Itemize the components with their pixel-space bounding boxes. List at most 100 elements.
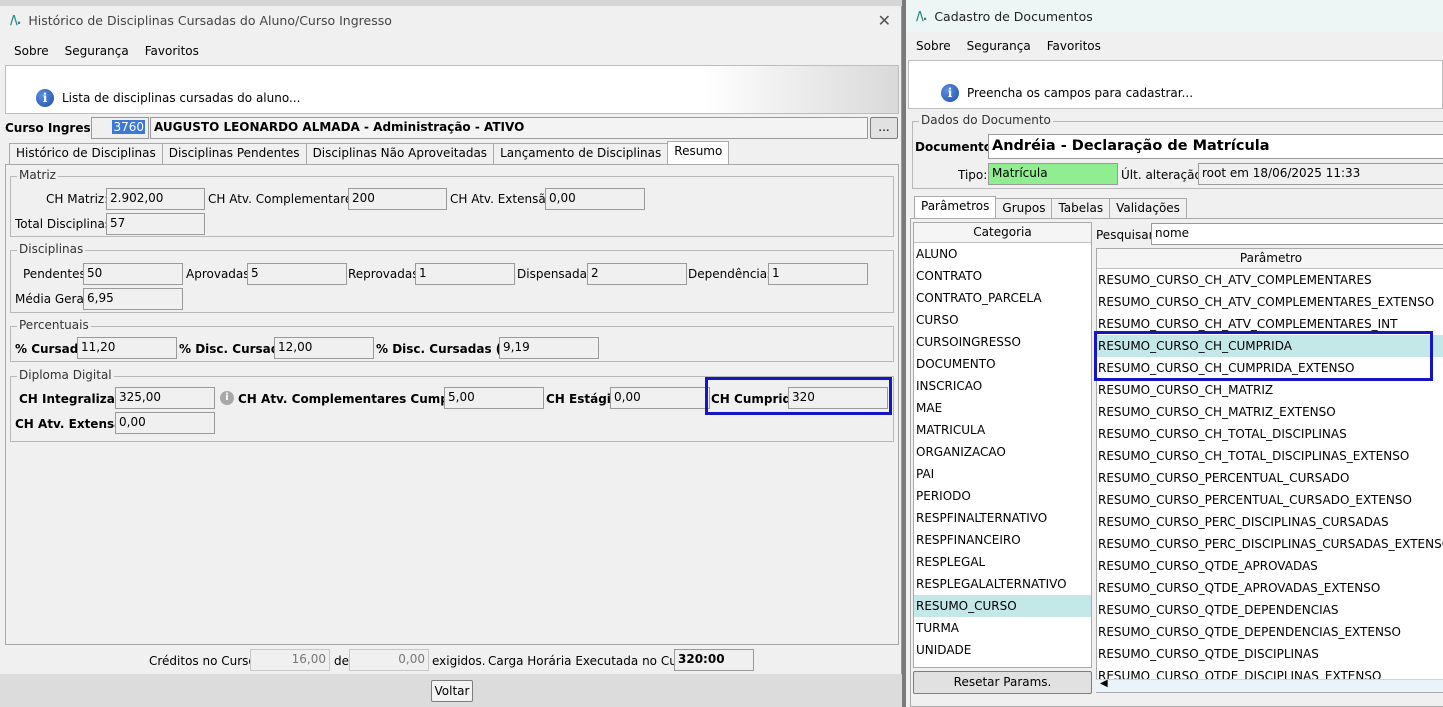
tab-strip: Histórico de Disciplinas Disciplinas Pen… [9,141,730,164]
tipo-field[interactable]: Matrícula [988,163,1118,185]
categoria-item[interactable]: PAI [914,463,1091,485]
menu-favoritos[interactable]: Favoritos [145,44,199,58]
categoria-items: ALUNO CONTRATO CONTRATO_PARCELA CURSO CURSOI… [914,243,1091,661]
parametro-item[interactable]: RESUMO_CURSO_CH_ATV_COMPLEMENTARES_EXTEN… [1097,291,1443,313]
categoria-item[interactable]: RESUMO_CURSO [914,595,1091,617]
pesquisar-label: Pesquisar: [1096,228,1158,242]
categoria-item[interactable]: CURSO [914,309,1091,331]
pendentes-field[interactable]: 50 [83,263,183,285]
info-circle-icon[interactable]: i [220,391,234,405]
disciplinas-group: Disciplinas Pendentes: 50 Aprovadas: 5 R… [10,242,894,313]
tab-grupos[interactable]: Grupos [995,198,1053,219]
curso-lookup-button[interactable]: ... [870,117,898,139]
pendentes-label: Pendentes: [23,267,90,281]
menu-seguranca[interactable]: Segurança [65,44,129,58]
creditos-field: 16,00 [250,649,330,671]
voltar-button[interactable]: Voltar [431,680,473,702]
ch-atv-ext-dip-field[interactable]: 0,00 [115,412,215,434]
media-label: Média Geral: [15,292,92,306]
close-icon[interactable]: ✕ [878,11,891,30]
ch-matriz-field[interactable]: 2.902,00 [106,188,205,210]
categoria-item[interactable]: ALUNO [914,243,1091,265]
categoria-item[interactable]: TURMA [914,617,1091,639]
ch-matriz-label: CH Matriz: [46,192,109,206]
categoria-item[interactable]: ORGANIZACAO [914,441,1091,463]
categoria-item[interactable]: CURSOINGRESSO [914,331,1091,353]
categoria-list[interactable]: Categoria ALUNO CONTRATO CONTRATO_PARCELA C… [913,222,1092,668]
categoria-item[interactable]: MAE [914,397,1091,419]
cursado-field[interactable]: 11,20 [77,337,177,359]
categoria-item[interactable]: MATRICULA [914,419,1091,441]
carga-label: Carga Horária Executada no Curso: [488,654,700,668]
parametro-item[interactable]: RESUMO_CURSO_QTDE_APROVADAS_EXTENSO [1097,577,1443,599]
parametro-item[interactable]: RESUMO_CURSO_CH_MATRIZ_EXTENSO [1097,401,1443,423]
parametro-item[interactable]: RESUMO_CURSO_QTDE_DEPENDENCIAS_EXTENSO [1097,621,1443,643]
parametro-item[interactable]: RESUMO_CURSO_QTDE_APROVADAS [1097,555,1443,577]
ch-atv-comp-field[interactable]: 200 [348,188,447,210]
ch-atv-comp-cumpridas-field[interactable]: 5,00 [444,387,544,409]
curso-code-field[interactable]: 3760 [91,117,149,139]
categoria-item[interactable]: PERIODO [914,485,1091,507]
resetar-params-button[interactable]: Resetar Params. [913,671,1092,694]
tab-pendentes[interactable]: Disciplinas Pendentes [161,143,307,164]
menubar: Sobre Segurança Favoritos [0,44,901,58]
tab-parametros[interactable]: Parâmetros [914,196,997,219]
disc-cursadas-field[interactable]: 12,00 [274,337,374,359]
curso-code-value: 3760 [112,120,145,134]
categoria-item[interactable]: RESPLEGAL [914,551,1091,573]
tab-lancamento[interactable]: Lançamento de Disciplinas [493,143,669,164]
categoria-item[interactable]: INSCRICAO [914,375,1091,397]
parametro-list[interactable]: Parâmetro RESUMO_CURSO_CH_ATV_COMPLEMENT… [1096,248,1443,693]
horizontal-scrollbar[interactable]: ◀ [1096,678,1443,692]
categoria-item[interactable]: CONTRATO_PARCELA [914,287,1091,309]
categoria-item[interactable]: RESPFINANCEIRO [914,529,1091,551]
app-logo-icon: /\. [916,9,927,23]
categoria-item[interactable]: CONTRATO [914,265,1091,287]
parametro-item[interactable]: RESUMO_CURSO_CH_TOTAL_DISCIPLINAS_EXTENS… [1097,445,1443,467]
disc-cursadas-hr-field[interactable]: 9,19 [499,337,599,359]
parametro-item[interactable]: RESUMO_CURSO_PERC_DISCIPLINAS_CURSADAS_E… [1097,533,1443,555]
parametro-highlight [1094,331,1433,381]
categoria-item[interactable]: RESPLEGALALTERNATIVO [914,573,1091,595]
ch-atv-ext-field[interactable]: 0,00 [545,188,645,210]
media-field[interactable]: 6,95 [83,288,183,310]
dados-title: Dados do Documento [919,113,1053,127]
scroll-left-icon[interactable]: ◀ [1100,678,1108,689]
carga-field: 320:00 [674,649,754,671]
parametro-item[interactable]: RESUMO_CURSO_QTDE_DEPENDENCIAS [1097,599,1443,621]
total-disc-field[interactable]: 57 [106,213,205,235]
matriz-group: Matriz CH Matriz: 2.902,00 CH Atv. Compl… [10,168,894,237]
reprovadas-label: Reprovadas: [348,267,423,281]
tab-tabelas[interactable]: Tabelas [1051,198,1111,219]
dispensadas-field[interactable]: 2 [587,263,687,285]
documento-field[interactable]: Andréia - Declaração de Matrícula [988,134,1443,159]
menu-seguranca[interactable]: Segurança [967,39,1031,53]
menu-sobre[interactable]: Sobre [14,44,49,58]
categoria-item[interactable]: DOCUMENTO [914,353,1091,375]
pesquisar-input[interactable]: nome [1151,223,1443,245]
tab-nao-aproveitadas[interactable]: Disciplinas Não Aproveitadas [305,143,495,164]
parametro-item[interactable]: RESUMO_CURSO_CH_ATV_COMPLEMENTARES [1097,269,1443,291]
titlebar-right: /\. Cadastro de Documentos [906,0,1443,32]
tab-resumo[interactable]: Resumo [667,141,730,164]
parametro-item[interactable]: RESUMO_CURSO_PERCENTUAL_CURSADO_EXTENSO [1097,489,1443,511]
categoria-item[interactable]: UNIDADE [914,639,1091,661]
hint-text-right: Preencha os campos para cadastrar... [967,86,1194,100]
dependencias-field[interactable]: 1 [768,263,868,285]
parametro-item[interactable]: RESUMO_CURSO_CH_MATRIZ [1097,379,1443,401]
menu-sobre[interactable]: Sobre [916,39,951,53]
tab-validacoes[interactable]: Validações [1109,198,1187,219]
parametro-item[interactable]: RESUMO_CURSO_QTDE_DISCIPLINAS [1097,643,1443,665]
matriz-title: Matriz [17,168,58,182]
hint-text: Lista de disciplinas cursadas do aluno..… [62,91,301,105]
tab-historico[interactable]: Histórico de Disciplinas [9,143,163,164]
aprovadas-field[interactable]: 5 [247,263,347,285]
categoria-item[interactable]: RESPFINALTERNATIVO [914,507,1091,529]
menu-favoritos[interactable]: Favoritos [1047,39,1101,53]
parametro-item[interactable]: RESUMO_CURSO_CH_TOTAL_DISCIPLINAS [1097,423,1443,445]
ch-integralizada-field[interactable]: 325,00 [115,387,215,409]
reprovadas-field[interactable]: 1 [415,263,515,285]
parametro-item[interactable]: RESUMO_CURSO_PERC_DISCIPLINAS_CURSADAS [1097,511,1443,533]
ch-estagio-field[interactable]: 0,00 [610,387,710,409]
parametro-item[interactable]: RESUMO_CURSO_PERCENTUAL_CURSADO [1097,467,1443,489]
